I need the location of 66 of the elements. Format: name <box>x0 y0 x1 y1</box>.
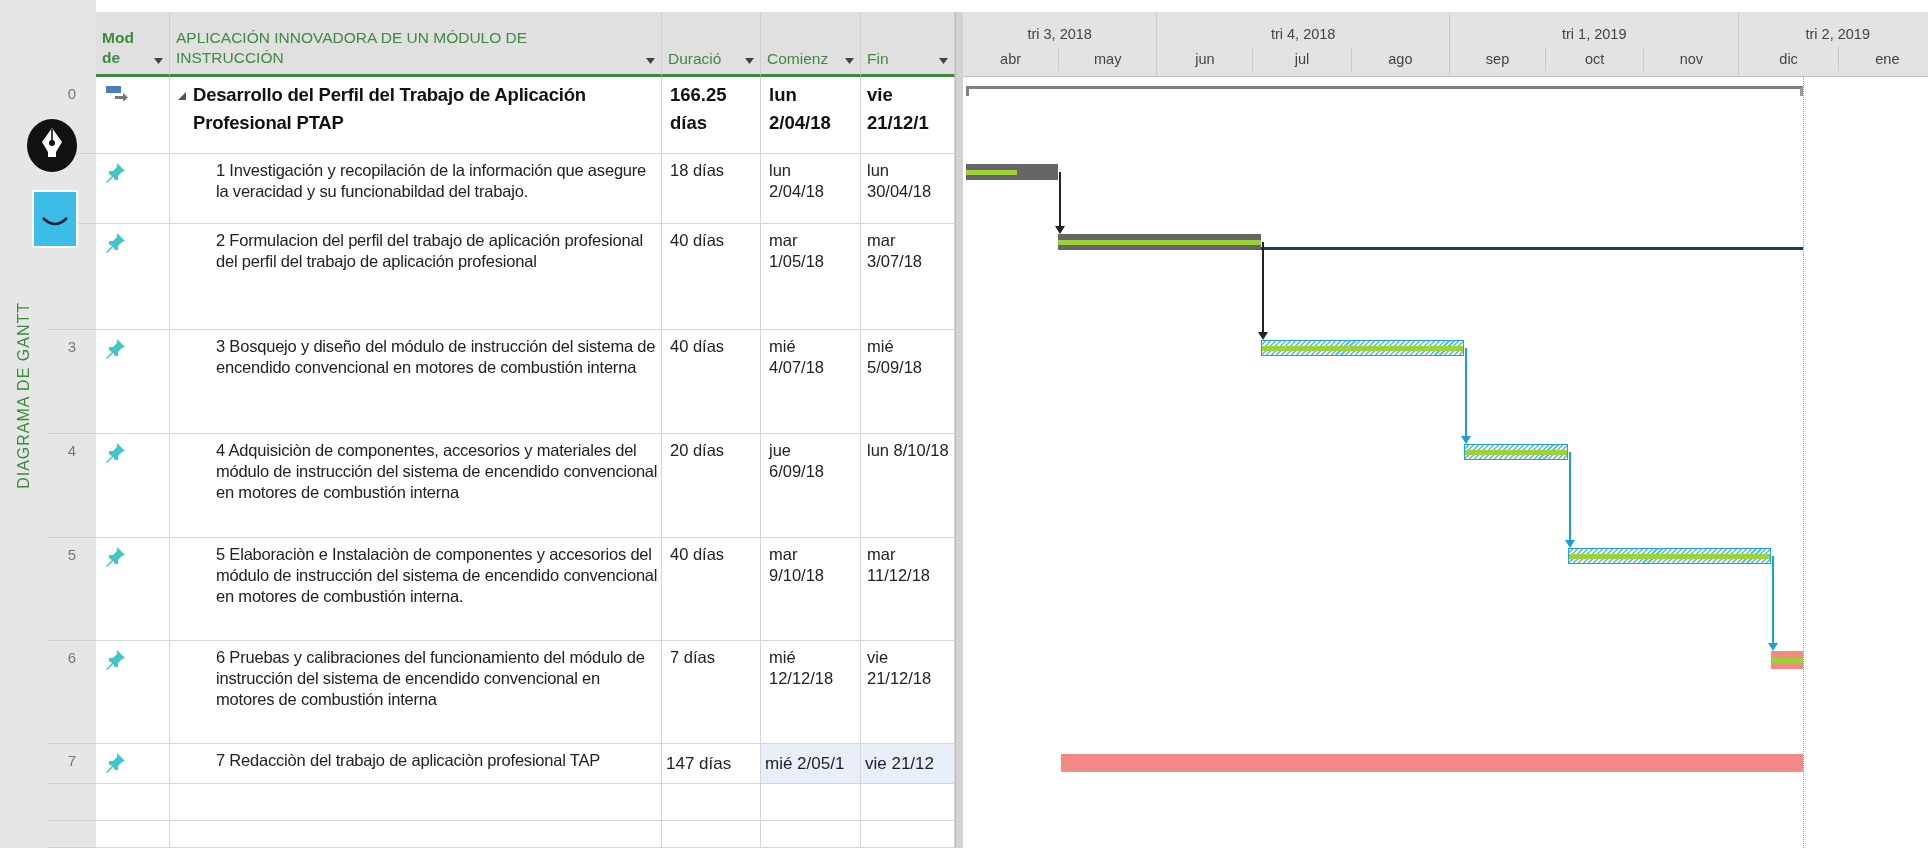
start-date-cell: mié 2/05/1 <box>761 744 861 784</box>
row-number: 4 <box>67 442 77 459</box>
month-label: may <box>1094 51 1122 67</box>
task-name: 3 Bosquejo y diseño del módulo de instrucción del sistema de encendido convencional en motores de combustión interna <box>216 337 656 376</box>
finish-date-cell: vie 21/12 <box>861 744 955 784</box>
start-date-cell: lun 2/04/18 <box>761 77 861 154</box>
duration-cell: 20 días <box>662 434 761 538</box>
pin-icon <box>106 162 126 184</box>
row-number: 7 <box>67 752 77 769</box>
connector-line <box>1059 172 1062 227</box>
quarter-label: tri 3, 2018 <box>1027 26 1092 42</box>
month-label: ago <box>1388 51 1413 67</box>
task-name: 2 Formulacion del perfil del trabajo de aplicación profesional del perfil del trabajo de aplicación profesional <box>216 231 643 270</box>
task-name: 1 Investigación y recopilación de la información que asegure la veracidad y su funcionabildad del trabajo. <box>216 161 647 200</box>
task-name: 6 Pruebas y calibraciones del funcionamiento del módulo de instrucción del sistema de encendido convencional en motores de combustión interna <box>216 648 645 708</box>
duration-cell: 7 días <box>662 641 761 744</box>
month-label: jul <box>1294 51 1310 67</box>
month-label: jun <box>1195 51 1215 67</box>
column-header[interactable]: APLICACIÓN INNOVADORA DE UN MÓDULO DE INSTRUCCIÓN <box>170 12 662 77</box>
pin-icon <box>106 338 126 360</box>
pin-icon <box>106 442 126 464</box>
month-label: nov <box>1679 51 1704 67</box>
column-header[interactable]: Mod de <box>96 12 170 77</box>
caret-icon <box>646 58 655 64</box>
duration-cell: 166.25 días <box>662 77 761 154</box>
row-number: 6 <box>67 649 77 666</box>
month-label: oct <box>1585 51 1605 67</box>
pin-icon <box>106 649 126 671</box>
caret-icon <box>845 58 854 64</box>
task-name: 7 Redacciòn del trabajo de aplicaciòn profesional TAP <box>216 751 601 769</box>
month-label: sep <box>1485 51 1510 67</box>
caret-icon <box>939 58 948 64</box>
row-number: 3 <box>67 338 77 355</box>
smile-icon[interactable] <box>32 190 78 248</box>
pin-icon <box>106 546 126 568</box>
view-label: DIAGRAMA DE GANTT <box>15 302 33 489</box>
task-name: 4 Adquisiciòn de componentes, accesorios y materiales del módulo de instrucción del sistema de encendido convencional en motores de combustión interna <box>216 441 658 501</box>
collapse-triangle-icon[interactable] <box>178 92 186 100</box>
duration-cell: 40 días <box>662 224 761 330</box>
start-date-cell: jue 6/09/18 <box>761 434 861 538</box>
duration-cell: 40 días <box>662 330 761 434</box>
month-label: ene <box>1875 51 1900 67</box>
start-date-cell: mar 9/10/18 <box>761 538 861 641</box>
caret-icon <box>745 58 754 64</box>
pin-icon <box>106 232 126 254</box>
task-name: 5 Elaboraciòn e Instalaciòn de componentes y accesorios del módulo de instrucción del sistema de encendido convencional en motores de combustión interna. <box>216 545 658 605</box>
auto-schedule-icon <box>106 85 128 101</box>
caret-icon <box>154 58 163 64</box>
duration-cell: 18 días <box>662 154 761 224</box>
start-date-cell: mar 1/05/18 <box>761 224 861 330</box>
duration-cell: 40 días <box>662 538 761 641</box>
column-header[interactable]: Fin <box>861 12 955 77</box>
quarter-label: tri 2, 2019 <box>1805 26 1870 42</box>
row-number: 5 <box>67 546 77 563</box>
start-date-cell: mié 4/07/18 <box>761 330 861 434</box>
pin-icon <box>106 752 126 774</box>
month-label: abr <box>1000 51 1022 67</box>
row-number: 0 <box>67 85 77 102</box>
column-header[interactable]: Comienz <box>761 12 861 77</box>
pen-nib-icon[interactable] <box>27 119 77 172</box>
task-name: Desarrollo del Perfil del Trabajo de Aplicación Profesional PTAP <box>193 84 586 133</box>
quarter-label: tri 1, 2019 <box>1561 26 1627 42</box>
column-header[interactable]: Duració <box>662 12 761 77</box>
start-date-cell: lun 2/04/18 <box>761 154 861 224</box>
month-label: dic <box>1779 51 1798 67</box>
quarter-label: tri 4, 2018 <box>1270 26 1336 42</box>
